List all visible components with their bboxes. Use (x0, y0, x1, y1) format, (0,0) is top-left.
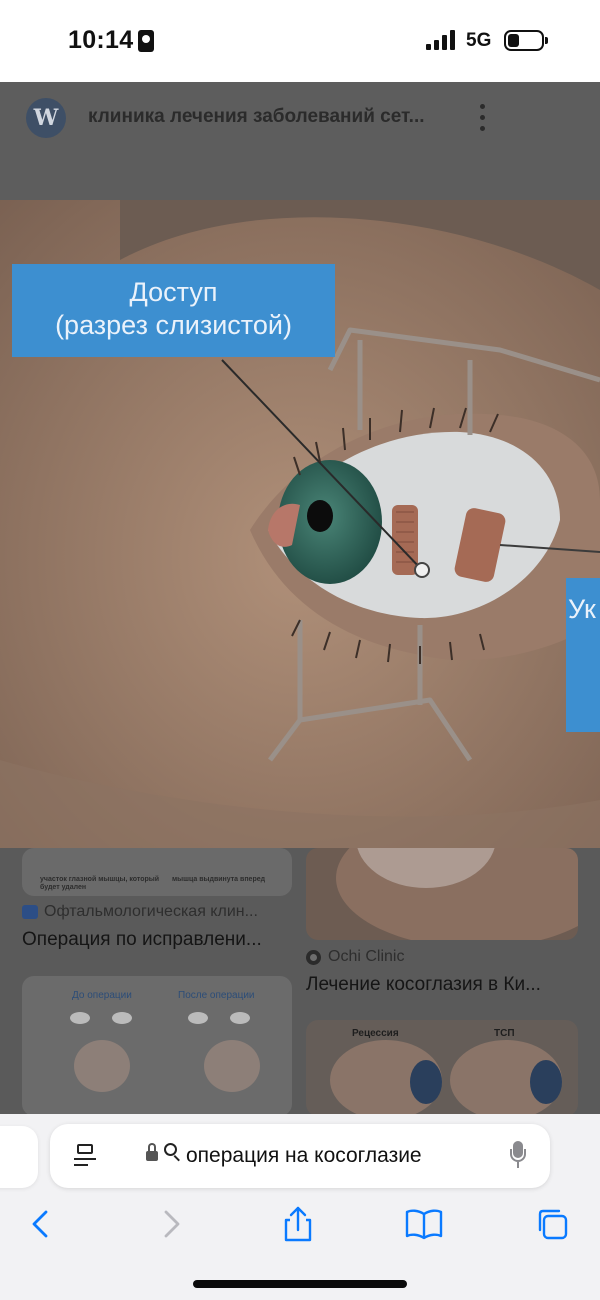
share-icon (284, 1206, 312, 1242)
thumb-caption-right: мышца выдвинута вперед (172, 876, 266, 883)
network-type: 5G (466, 30, 492, 51)
image-viewer-overlay: W клиника лечения заболеваний сет... Дос… (0, 82, 600, 1114)
cellular-signal-icon (426, 30, 456, 50)
chevron-left-icon (32, 1210, 48, 1238)
microphone-icon[interactable] (510, 1141, 526, 1171)
result-thumbnail[interactable]: Рецессия ТСП (306, 1020, 578, 1114)
thumb-label-tsp: ТСП (494, 1028, 515, 1039)
battery-icon (504, 30, 548, 51)
chevron-right-icon (164, 1210, 180, 1238)
viewer-title[interactable]: клиника лечения заболеваний сет... (88, 106, 425, 128)
status-time: 10:14 (68, 26, 134, 54)
ochi-clinic-icon (306, 950, 321, 965)
forward-button[interactable] (150, 1202, 194, 1246)
page-menu-icon[interactable] (74, 1144, 96, 1168)
home-indicator[interactable] (193, 1280, 407, 1288)
wordpress-logo-icon[interactable]: W (26, 98, 66, 138)
result-source[interactable]: Офтальмологическая клин... (44, 903, 258, 921)
lock-icon (146, 1143, 158, 1163)
result-thumbnail[interactable]: До операции После операции (22, 976, 292, 1114)
thumb-label-before: До операции (72, 990, 132, 1001)
eye-surgery-illustration[interactable]: Доступ (разрез слизистой) Ук (0, 200, 600, 848)
book-icon (405, 1209, 443, 1240)
result-source[interactable]: Ochi Clinic (328, 948, 404, 966)
browser-toolbar: операция на косоглазие (0, 1114, 600, 1300)
callout-access-line2: (разрез слизистой) (55, 310, 292, 340)
previous-tab-bar[interactable] (0, 1126, 38, 1188)
source-favicon-icon (22, 905, 38, 919)
result-thumbnail[interactable] (306, 848, 578, 940)
address-bar[interactable]: операция на косоглазие (50, 1124, 550, 1188)
contact-card-icon (138, 30, 154, 52)
callout-access-label: Доступ (разрез слизистой) (12, 264, 335, 357)
image-results-grid: участок глазной мышцы, который будет уда… (0, 848, 600, 1114)
result-title[interactable]: Лечение косоглазия в Ки... (306, 974, 541, 996)
thumb-label-recession: Рецессия (352, 1028, 399, 1039)
recession-drawing (330, 1040, 562, 1114)
callout-access-line1: Доступ (129, 277, 218, 307)
tabs-icon (538, 1209, 568, 1240)
more-options-icon[interactable] (476, 104, 490, 132)
viewer-header: W клиника лечения заболеваний сет... (0, 82, 600, 200)
status-bar: 10:14 5G (0, 0, 600, 82)
share-button[interactable] (276, 1202, 320, 1246)
result-title[interactable]: Операция по исправлени... (22, 929, 262, 951)
result-thumbnail[interactable]: участок глазной мышцы, который будет уда… (22, 848, 292, 896)
bookmarks-button[interactable] (402, 1202, 446, 1246)
thumb-label-after: После операции (178, 990, 255, 1001)
back-button[interactable] (20, 1202, 64, 1246)
tabs-button[interactable] (532, 1202, 576, 1246)
address-text[interactable]: операция на косоглазие (186, 1144, 422, 1168)
search-icon (164, 1143, 182, 1163)
eye-thumbnail-drawing (336, 848, 578, 940)
callout-right-label: Ук (566, 578, 600, 732)
thumb-caption-left: участок глазной мышцы, который будет уда… (40, 876, 160, 891)
